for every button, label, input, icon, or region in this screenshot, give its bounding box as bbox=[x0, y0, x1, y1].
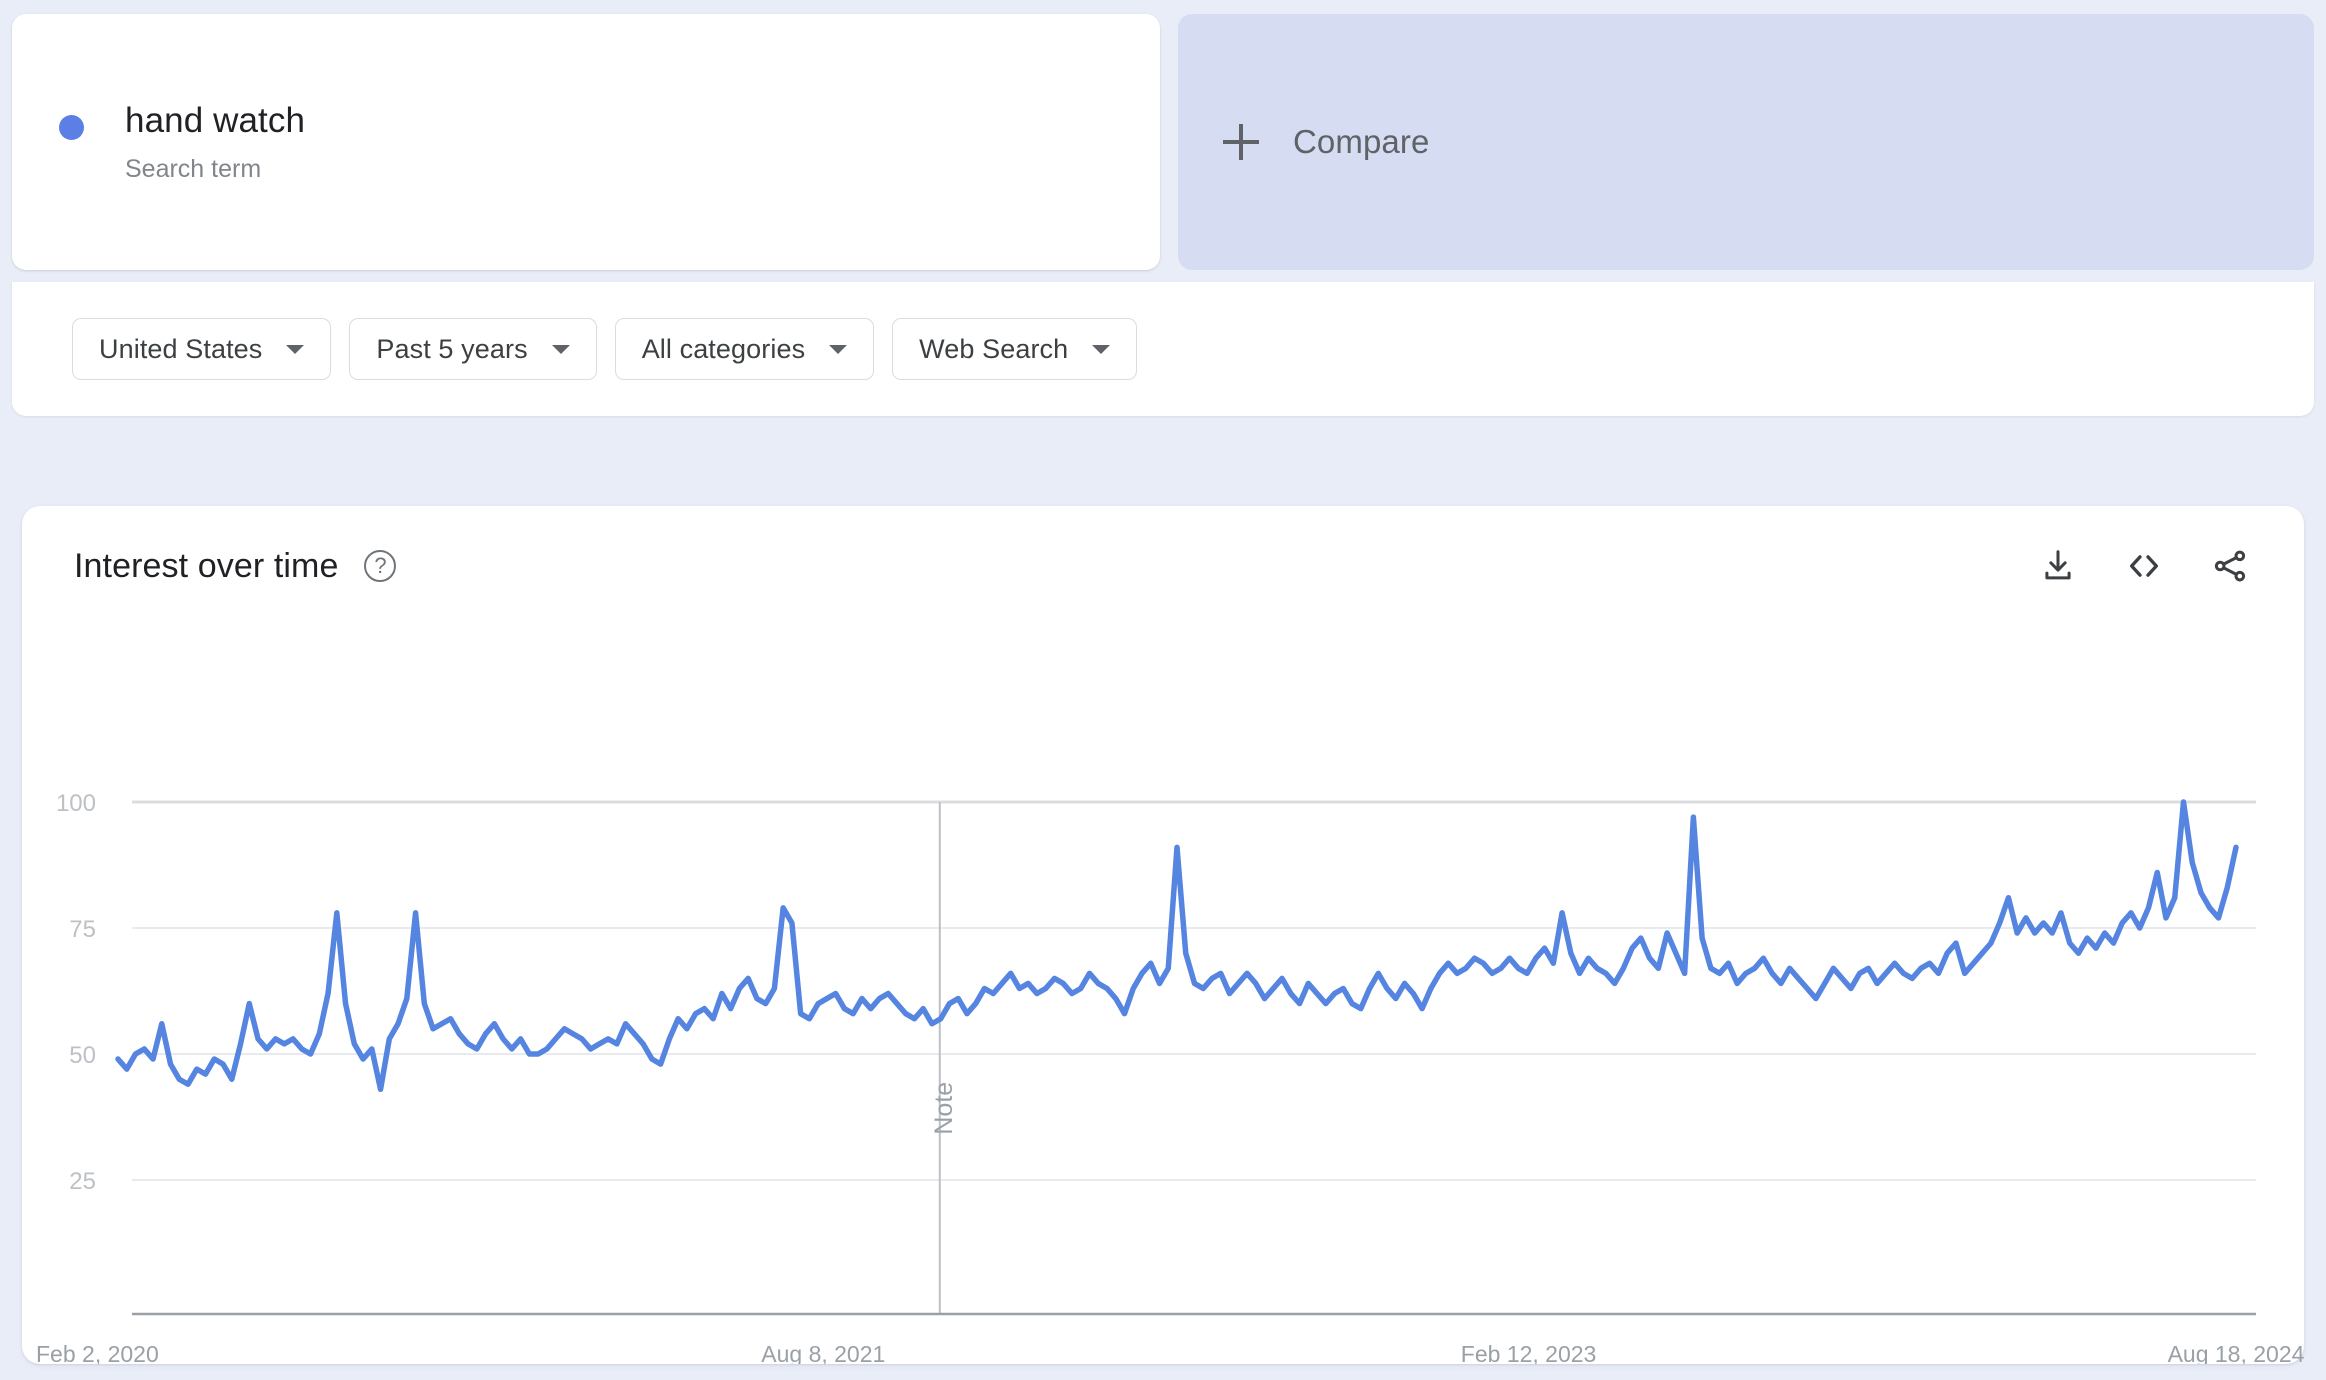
share-icon[interactable] bbox=[2208, 544, 2252, 588]
note-label: Note bbox=[930, 1082, 958, 1135]
plus-icon bbox=[1223, 124, 1259, 160]
filter-chip-search-type[interactable]: Web Search bbox=[892, 318, 1138, 380]
x-axis-tick-label: Aug 8, 2021 bbox=[761, 1341, 885, 1364]
search-term-texts: hand watch Search term bbox=[125, 101, 305, 184]
page-title: Interest over time bbox=[74, 546, 339, 585]
filter-chip-region-label: United States bbox=[99, 333, 263, 364]
x-axis-tick-label: Aug 18, 2024 bbox=[2168, 1341, 2304, 1364]
chevron-down-icon bbox=[829, 344, 848, 354]
chart-plot-area[interactable]: 25 50 75 100 Note Feb 2, 2020 Aug 8, 2021 Feb… bbox=[22, 626, 2304, 1364]
search-term-type: Search term bbox=[125, 154, 262, 183]
y-axis-tick-label: 75 bbox=[69, 916, 96, 943]
trend-line-chart: 255075100 Note Feb 2, 2020 Aug 8, 2021 Feb… bbox=[36, 790, 2304, 1364]
y-axis-tick-label: 50 bbox=[69, 1042, 96, 1069]
download-csv-icon[interactable] bbox=[2036, 544, 2080, 588]
chevron-down-icon bbox=[551, 344, 570, 354]
chart-actions bbox=[2036, 544, 2252, 588]
filter-chip-region[interactable]: United States bbox=[72, 318, 332, 380]
filter-chip-category-label: All categories bbox=[641, 333, 806, 364]
search-term-content: hand watch Search term bbox=[12, 101, 305, 184]
trends-page: hand watch Search term Compare United St… bbox=[0, 0, 2326, 1380]
chart-y-axis-labels: 25 50 75 100 bbox=[56, 790, 96, 1195]
interest-over-time-card: Interest over time ? 25 50 75 100 Note F… bbox=[22, 506, 2304, 1364]
embed-code-icon[interactable] bbox=[2122, 544, 2166, 588]
filter-chips: United States Past 5 years All categorie… bbox=[12, 282, 2314, 416]
filter-bar: United States Past 5 years All categorie… bbox=[12, 282, 2314, 416]
compare-content: Compare bbox=[1222, 123, 1429, 161]
series-color-dot bbox=[59, 114, 84, 140]
note-annotation: Note bbox=[930, 802, 958, 1314]
trend-line-series bbox=[115, 799, 2239, 1093]
search-term-card[interactable]: hand watch Search term bbox=[12, 14, 1160, 270]
chevron-down-icon bbox=[1092, 344, 1111, 354]
filter-chip-time-range[interactable]: Past 5 years bbox=[349, 318, 597, 380]
filter-chip-category[interactable]: All categories bbox=[614, 318, 875, 380]
search-term-name: hand watch bbox=[125, 100, 306, 140]
y-axis-tick-label: 25 bbox=[69, 1168, 96, 1195]
chart-gridlines bbox=[132, 800, 2256, 1181]
filter-chip-time-range-label: Past 5 years bbox=[376, 333, 528, 364]
chart-x-axis-labels: Feb 2, 2020 Aug 8, 2021 Feb 12, 2023 Aug 18… bbox=[36, 1341, 2304, 1364]
compare-button[interactable]: Compare bbox=[1178, 14, 2314, 270]
help-icon[interactable]: ? bbox=[364, 550, 397, 582]
compare-label: Compare bbox=[1293, 123, 1430, 160]
chart-header: Interest over time ? bbox=[22, 506, 2304, 626]
chevron-down-icon bbox=[286, 344, 305, 354]
x-axis-tick-label: Feb 12, 2023 bbox=[1461, 1341, 1597, 1364]
filter-chip-search-type-label: Web Search bbox=[919, 333, 1069, 364]
search-terms-row: hand watch Search term Compare bbox=[12, 14, 2314, 270]
y-axis-tick-label: 100 bbox=[56, 790, 96, 817]
x-axis-tick-label: Feb 2, 2020 bbox=[36, 1341, 159, 1364]
